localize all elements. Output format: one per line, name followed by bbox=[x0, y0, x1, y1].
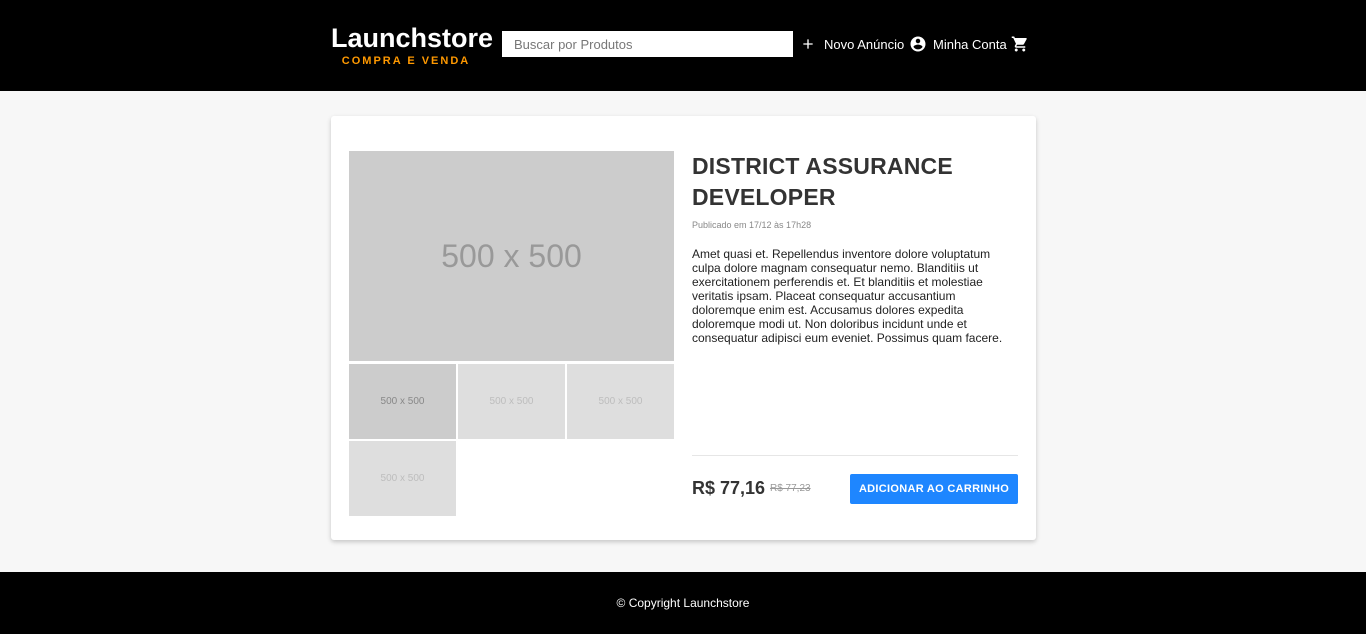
logo[interactable]: Launchstore COMPRA E VENDA bbox=[331, 22, 494, 68]
product-thumbnail[interactable]: 500 x 500 bbox=[349, 364, 456, 439]
product-card: 500 x 500 500 x 500 500 x 500 500 x 500 … bbox=[331, 116, 1036, 540]
published-date: Publicado em 17/12 às 17h28 bbox=[692, 220, 812, 230]
cart-link[interactable] bbox=[1011, 33, 1029, 55]
product-thumbnail[interactable]: 500 x 500 bbox=[349, 441, 456, 516]
product-main-image: 500 x 500 bbox=[349, 151, 674, 361]
thumbnail-placeholder-text: 500 x 500 bbox=[380, 473, 425, 484]
product-price: R$ 77,16 bbox=[692, 478, 766, 498]
thumbnail-placeholder-text: 500 x 500 bbox=[489, 396, 534, 407]
thumbnail-placeholder-text: 500 x 500 bbox=[598, 396, 643, 407]
product-thumbnail[interactable]: 500 x 500 bbox=[458, 364, 565, 439]
search-input[interactable] bbox=[502, 31, 793, 57]
product-old-price: R$ 77,23 bbox=[770, 483, 811, 494]
site-header: Launchstore COMPRA E VENDA Novo Anúncio … bbox=[0, 0, 1366, 91]
account-link[interactable]: Minha Conta bbox=[909, 33, 1007, 55]
new-ad-link[interactable]: Novo Anúncio bbox=[800, 33, 904, 55]
product-info: DISTRICT ASSURANCE DEVELOPER Publicado e… bbox=[692, 151, 1018, 345]
account-label: Minha Conta bbox=[933, 36, 1007, 52]
add-to-cart-button[interactable]: ADICIONAR AO CARRINHO bbox=[850, 474, 1018, 504]
site-footer: © Copyright Launchstore bbox=[0, 572, 1366, 634]
thumbnail-placeholder-text: 500 x 500 bbox=[380, 396, 425, 407]
product-description: Amet quasi et. Repellendus inventore dol… bbox=[692, 247, 1003, 345]
divider bbox=[692, 455, 1018, 456]
new-ad-label: Novo Anúncio bbox=[824, 36, 905, 52]
product-thumbnail[interactable]: 500 x 500 bbox=[567, 364, 674, 439]
logo-title: Launchstore bbox=[331, 23, 494, 53]
plus-icon bbox=[803, 39, 813, 49]
copyright-text: © Copyright Launchstore bbox=[616, 596, 750, 610]
shopping-cart-icon bbox=[1011, 36, 1027, 52]
logo-subtitle: COMPRA E VENDA bbox=[341, 55, 471, 67]
product-title: DISTRICT ASSURANCE DEVELOPER bbox=[692, 153, 953, 210]
main-image-placeholder-text: 500 x 500 bbox=[441, 237, 582, 274]
account-circle-icon bbox=[910, 36, 926, 52]
